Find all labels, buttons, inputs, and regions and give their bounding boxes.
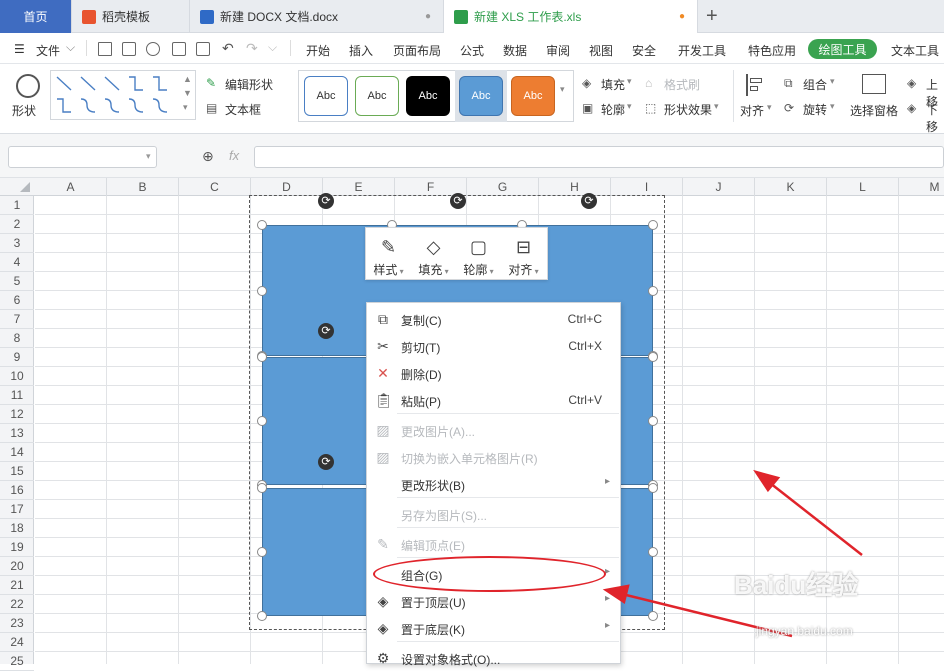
annotation-arrowhead-2: [602, 584, 630, 605]
baidu-watermark-url: jingyan.baidu.com: [756, 624, 853, 638]
annotation-arrow-1: [769, 482, 863, 556]
baidu-watermark-logo: Baidu经验: [734, 570, 859, 600]
